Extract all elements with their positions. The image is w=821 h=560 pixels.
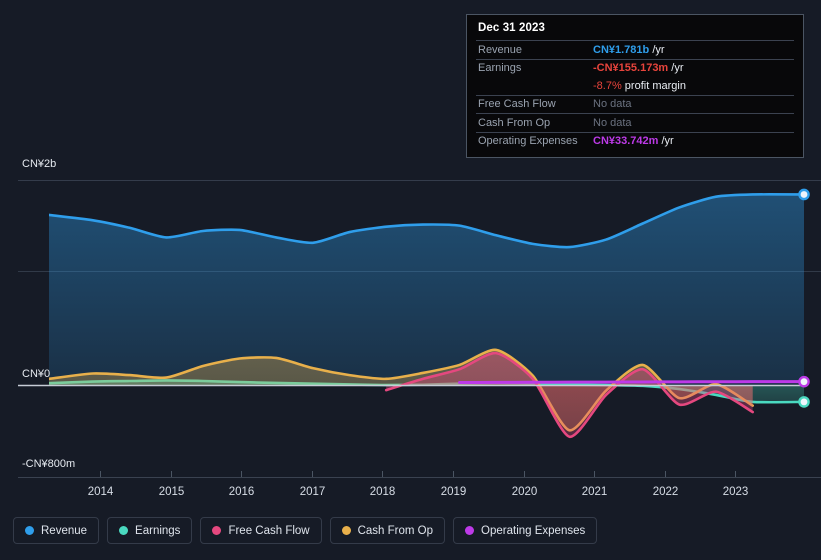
x-axis-tick-label: 2015 (159, 486, 185, 498)
legend-color-dot (212, 526, 222, 535)
tooltip-row-label: Revenue (478, 43, 523, 56)
legend-item-revenue[interactable]: Revenue (13, 517, 100, 544)
x-axis-tick-label: 2020 (512, 486, 538, 498)
x-axis-tick-label: 2018 (370, 486, 396, 498)
tooltip-row-label: Operating Expenses (478, 135, 578, 148)
tooltip-row-value: -8.7% profit margin (593, 79, 686, 92)
endpoint-marker-revenue[interactable] (798, 188, 810, 201)
tooltip-row-value: CN¥33.742m /yr (593, 135, 674, 148)
x-axis-labels: 2014 2015 2016 2017 2018 2019 2020 2021 2022 2023 (88, 486, 749, 498)
tooltip-row: Free Cash Flow No data (476, 94, 794, 114)
legend-item-cash-from-op[interactable]: Cash From Op (329, 517, 446, 544)
tooltip-row: Revenue CN¥1.781b /yr (476, 40, 794, 59)
tooltip-date: Dec 31 2023 (478, 22, 545, 34)
legend-item-label: Earnings (135, 524, 181, 537)
tooltip-row-value: CN¥1.781b /yr (593, 43, 665, 56)
endpoint-marker-operating-expenses[interactable] (798, 375, 810, 388)
tooltip-rows: Revenue CN¥1.781b /yr Earnings -CN¥155.173m… (476, 40, 794, 150)
tooltip-row-label: Free Cash Flow (478, 98, 556, 111)
tooltip-row: Operating Expenses CN¥33.742m /yr (476, 131, 794, 151)
x-axis-tick-label: 2019 (441, 486, 467, 498)
data-tooltip: Dec 31 2023 Revenue CN¥1.781b /yr Earnings… (466, 14, 804, 158)
legend-item-label: Free Cash Flow (228, 524, 310, 537)
chart-legend[interactable]: Revenue Earnings Free Cash Flow Cash From O… (13, 517, 598, 544)
tooltip-row-value: No data (593, 98, 632, 111)
legend-item-free-cash-flow[interactable]: Free Cash Flow (200, 517, 322, 544)
tooltip-row-value: No data (593, 116, 632, 129)
y-axis-tick-label: -CN¥800m (22, 458, 75, 470)
legend-item-earnings[interactable]: Earnings (107, 517, 193, 544)
tooltip-row-label: Cash From Op (478, 116, 551, 129)
tooltip-row-label: Earnings (478, 62, 522, 75)
legend-item-operating-expenses[interactable]: Operating Expenses (453, 517, 598, 544)
area-fill-revenue (49, 194, 804, 386)
x-axis-tick-label: 2014 (88, 486, 114, 498)
tooltip-row-value: -CN¥155.173m /yr (593, 62, 684, 75)
tooltip-row: Cash From Op No data (476, 113, 794, 132)
tooltip-row: -8.7% profit margin (476, 77, 794, 95)
x-axis-tick-label: 2023 (723, 486, 749, 498)
series-layer (49, 193, 804, 439)
y-axis-tick-label: CN¥0 (22, 368, 50, 380)
chart-container: CN¥2b CN¥0 -CN¥800m 2014 2015 2016 2017 2018 20… (0, 0, 821, 560)
legend-color-dot (119, 526, 129, 535)
y-axis-tick-label: CN¥2b (22, 158, 56, 170)
legend-color-dot (465, 526, 475, 535)
x-axis-tick-label: 2022 (653, 486, 679, 498)
series-line-operating-expenses[interactable] (457, 380, 804, 384)
legend-item-label: Cash From Op (357, 524, 434, 537)
legend-item-label: Revenue (41, 524, 88, 537)
x-axis-tick-label: 2016 (229, 486, 255, 498)
tooltip-row: Earnings -CN¥155.173m /yr (476, 58, 794, 78)
endpoint-marker-earnings[interactable] (798, 396, 810, 408)
legend-color-dot (341, 526, 351, 535)
legend-color-dot (25, 526, 34, 535)
x-axis-ticks (100, 471, 736, 477)
x-axis-tick-label: 2021 (582, 486, 608, 498)
x-axis-tick-label: 2017 (300, 486, 326, 498)
legend-item-label: Operating Expenses (481, 524, 586, 537)
